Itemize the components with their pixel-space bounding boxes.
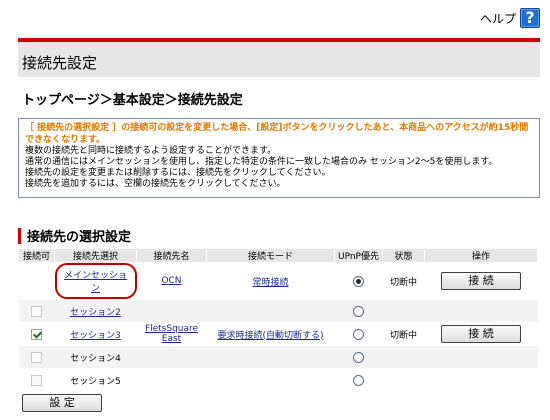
- table-row: セッション5: [18, 368, 538, 392]
- status-cell: 切断中: [382, 262, 425, 300]
- upnp-radio[interactable]: [353, 275, 364, 287]
- section-accent-bar: [18, 227, 21, 244]
- notice-warning: ［ 接続先の選択設定 ］の接続可の設定を変更した場合、[設定]ボタンをクリックし…: [25, 123, 529, 145]
- action-cell: [424, 368, 538, 392]
- upnp-cell: [334, 262, 383, 300]
- enable-cell: [18, 299, 55, 323]
- name-cell: FletsSquare East: [136, 322, 207, 346]
- session-cell: セッション2: [54, 299, 137, 323]
- header-name: 接続先名: [136, 248, 207, 263]
- name-cell: [136, 368, 207, 392]
- help-link[interactable]: ヘルプ ?: [480, 6, 540, 30]
- notice-line: 複数の接続先と同時に接続するよう設定することができます。: [25, 146, 277, 156]
- mode-cell: 要求時接続(自動切断する): [206, 322, 335, 346]
- status-cell: [382, 368, 425, 392]
- section-title: 接続先の選択設定: [27, 230, 132, 245]
- action-cell: 接 続: [424, 322, 538, 346]
- action-cell: 接 続: [424, 262, 538, 300]
- upnp-cell: [334, 345, 383, 369]
- session-label-5: セッション5: [70, 376, 121, 387]
- connection-name-link[interactable]: FletsSquare East: [145, 324, 198, 344]
- table-row: セッション4: [18, 345, 538, 369]
- status-cell: 切断中: [382, 322, 425, 346]
- enable-checkbox[interactable]: [31, 374, 42, 386]
- connection-table: 接続可 接続先選択 接続先名 接続モード UPnP優先 状態 操作 メインセッシ…: [18, 248, 538, 392]
- enable-cell: [18, 368, 55, 392]
- name-cell: [136, 299, 207, 323]
- upnp-cell: [334, 368, 383, 392]
- connection-name-link[interactable]: OCN: [161, 276, 181, 286]
- upnp-radio[interactable]: [353, 351, 364, 363]
- mode-cell: [206, 299, 335, 323]
- mode-cell: 常時接続: [206, 262, 335, 300]
- help-label: ヘルプ: [479, 11, 516, 26]
- enable-cell: [18, 262, 55, 300]
- session-cell: メインセッション: [54, 262, 137, 300]
- notice-box: ［ 接続先の選択設定 ］の接続可の設定を変更した場合、[設定]ボタンをクリックし…: [18, 118, 540, 198]
- session-cell: セッション4: [54, 345, 137, 369]
- header-enable: 接続可: [18, 248, 55, 263]
- session-link-2[interactable]: セッション2: [70, 308, 121, 318]
- connection-mode-link[interactable]: 常時接続: [252, 278, 288, 288]
- mode-cell: [206, 345, 335, 369]
- enable-checkbox[interactable]: [31, 305, 42, 317]
- upnp-cell: [334, 299, 383, 323]
- table-row: セッション3 FletsSquare East 要求時接続(自動切断する) 切断…: [18, 322, 538, 346]
- session-link-main[interactable]: メインセッション: [64, 271, 127, 294]
- session-link-3[interactable]: セッション3: [70, 331, 121, 341]
- status-cell: [382, 345, 425, 369]
- name-cell: [136, 345, 207, 369]
- connect-button[interactable]: 接 続: [441, 325, 521, 343]
- upnp-radio[interactable]: [353, 328, 364, 340]
- action-cell: [424, 299, 538, 323]
- main-session-highlight: メインセッション: [54, 263, 137, 299]
- header-status: 状態: [382, 248, 425, 263]
- name-cell: OCN: [136, 262, 207, 300]
- help-icon[interactable]: ?: [520, 8, 540, 28]
- enable-checkbox[interactable]: [31, 328, 42, 340]
- session-cell: セッション5: [54, 368, 137, 392]
- upnp-cell: [334, 322, 383, 346]
- breadcrumb: トップページ＞基本設定＞接続先設定: [22, 93, 243, 108]
- header-session: 接続先選択: [54, 248, 137, 263]
- connect-button[interactable]: 接 続: [441, 272, 521, 290]
- session-label-4: セッション4: [70, 353, 121, 364]
- table-header-row: 接続可 接続先選択 接続先名 接続モード UPnP優先 状態 操作: [18, 248, 538, 263]
- status-cell: [382, 299, 425, 323]
- notice-line: 接続先を追加するには、空欄の接続先をクリックしてください。: [25, 179, 286, 189]
- table-row: セッション2: [18, 299, 538, 323]
- page-title: 接続先設定: [22, 54, 98, 72]
- mode-cell: [206, 368, 335, 392]
- action-cell: [424, 345, 538, 369]
- notice-line: 接続先の設定を変更または削除するには、接続先をクリックしてください。: [25, 168, 331, 178]
- header-upnp: UPnP優先: [334, 248, 383, 263]
- enable-cell: [18, 345, 55, 369]
- section-heading: 接続先の選択設定: [18, 226, 131, 245]
- table-row: メインセッション OCN 常時接続 切断中 接 続: [18, 262, 538, 300]
- enable-cell: [18, 322, 55, 346]
- header-mode: 接続モード: [206, 248, 335, 263]
- upnp-radio[interactable]: [353, 305, 364, 317]
- submit-button[interactable]: 設 定: [22, 394, 102, 412]
- enable-checkbox[interactable]: [31, 351, 42, 363]
- notice-line: 通常の通信にはメインセッションを使用し、指定した特定の条件に一致した場合のみ セ…: [25, 157, 498, 167]
- connection-mode-link[interactable]: 要求時接続(自動切断する): [217, 331, 323, 341]
- session-cell: セッション3: [54, 322, 137, 346]
- upnp-radio[interactable]: [353, 374, 364, 386]
- header-action: 操作: [424, 248, 538, 263]
